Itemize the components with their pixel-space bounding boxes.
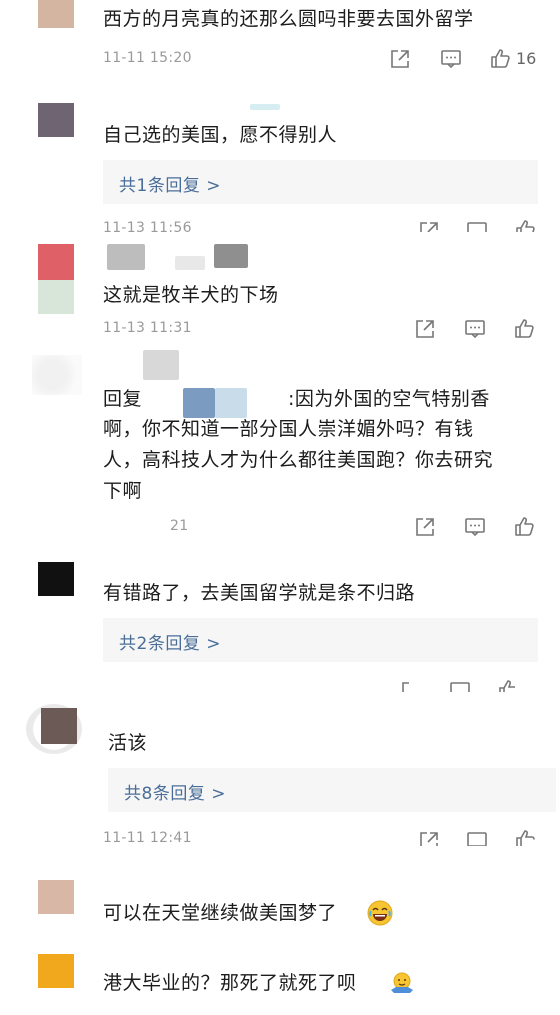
reply-text: :因为外国的空气特别香: [288, 388, 490, 410]
reply-count-label: 共1条回复 >: [119, 176, 221, 196]
clipped-row: 11-11 12:41: [0, 828, 560, 846]
username-blur: [107, 244, 145, 270]
reply-thread-button[interactable]: 共1条回复 >: [103, 160, 538, 204]
like-icon[interactable]: [514, 828, 536, 846]
share-icon[interactable]: [418, 830, 440, 846]
comment-icon[interactable]: [466, 220, 488, 232]
comment-text: 港大毕业的？那死了就死了呗: [103, 972, 357, 994]
avatar[interactable]: [38, 562, 74, 596]
comment-icon[interactable]: [464, 516, 486, 538]
avatar[interactable]: [38, 103, 74, 137]
like-icon[interactable]: [513, 317, 535, 339]
comment-text: 活该: [108, 732, 148, 754]
avatar-lower-part: [38, 280, 74, 314]
avatar[interactable]: [38, 954, 74, 988]
shrug-emoji-icon: [389, 970, 415, 996]
laugh-emoji-icon: [367, 900, 393, 926]
share-icon[interactable]: [414, 318, 436, 340]
clipped-row: 11-13 11:56: [0, 218, 560, 232]
like-icon[interactable]: [489, 47, 511, 69]
avatar[interactable]: [38, 244, 74, 280]
reply-count-label: 共8条回复 >: [124, 784, 226, 804]
comment-text-line: 下啊: [103, 480, 143, 502]
share-icon[interactable]: [389, 48, 411, 70]
avatar[interactable]: [38, 0, 74, 28]
share-icon[interactable]: [414, 516, 436, 538]
avatar-photo: [41, 708, 77, 744]
comment-icon[interactable]: [464, 318, 486, 340]
comment-time: 11-13 11:31: [103, 320, 192, 336]
username-blur: [214, 244, 248, 268]
reply-prefix: 回复: [103, 388, 143, 410]
share-icon[interactable]: [400, 680, 422, 692]
comment-text: 这就是牧羊犬的下场: [103, 284, 279, 306]
comment-icon[interactable]: [449, 680, 471, 692]
username-blur: [250, 104, 280, 110]
clipped-row: [0, 678, 560, 692]
comment-icon[interactable]: [466, 830, 488, 846]
username-blur: [143, 350, 179, 380]
comment-icon[interactable]: [440, 48, 462, 70]
comment-time: 11-11 12:41: [103, 830, 192, 846]
like-icon[interactable]: [497, 678, 519, 692]
comment-text: 有错路了，去美国留学就是条不归路: [103, 582, 416, 604]
reply-count-label: 共2条回复 >: [119, 634, 221, 654]
avatar[interactable]: [32, 355, 82, 395]
like-count: 16: [516, 49, 537, 68]
like-icon[interactable]: [514, 218, 536, 232]
comment-time: 11-11 15:20: [103, 50, 192, 66]
comment-text-line: 啊，你不知道一部分国人崇洋媚外吗？有钱: [103, 418, 474, 440]
reply-thread-button[interactable]: 共2条回复 >: [103, 618, 538, 662]
share-icon[interactable]: [418, 220, 440, 232]
avatar[interactable]: [38, 880, 74, 914]
comment-time: 21: [170, 518, 189, 534]
comment-text: 西方的月亮真的还那么圆吗非要去国外留学: [103, 8, 474, 30]
comment-text: 自己选的美国，愿不得别人: [103, 124, 338, 146]
like-icon[interactable]: [513, 515, 535, 537]
username-blur: [175, 256, 205, 270]
comment-time: 11-13 11:56: [103, 220, 192, 232]
comment-text-line: 人，高科技人才为什么都往美国跑？你去研究: [103, 449, 494, 471]
reply-thread-button[interactable]: 共8条回复 >: [108, 768, 556, 812]
comment-text: 可以在天堂继续做美国梦了: [103, 902, 338, 924]
